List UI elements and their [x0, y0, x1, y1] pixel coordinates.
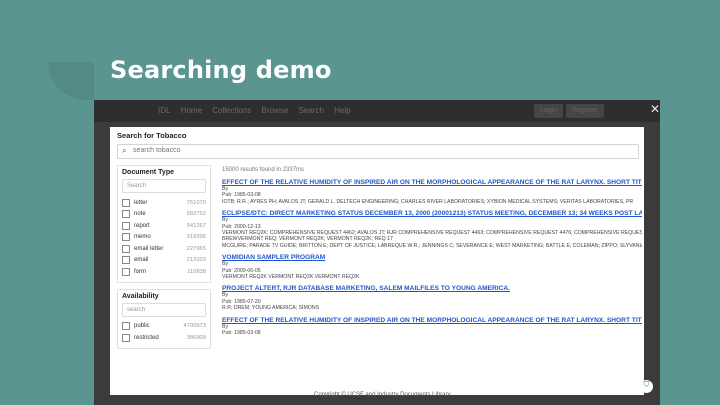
checkbox[interactable] — [122, 210, 130, 219]
facet-label: email — [134, 257, 149, 264]
facet-option[interactable]: restricted 386909 — [122, 332, 206, 344]
facet-sidebar: Document Type Search letter 751070 note 58… — [117, 165, 211, 355]
result-meta: IOTB; R.R.; AYRES PH; AVALOS JT; GERALD … — [222, 198, 634, 205]
facet-search-input[interactable]: Search — [122, 179, 206, 193]
slide-title: Searching demo — [110, 56, 332, 84]
facet-availability: Availability search public 4700973 restri… — [117, 288, 211, 349]
checkbox[interactable] — [122, 221, 130, 230]
shield-icon: ⛉ — [643, 380, 650, 389]
search-input[interactable]: ⌕ search tobacco — [117, 144, 639, 159]
facet-label: public — [134, 323, 150, 330]
nav-browse[interactable]: Browse — [262, 106, 289, 115]
facet-count: 541267 — [186, 222, 206, 229]
result-meta: R.R; DREM; YOUNG AMERICA; SIMONS — [222, 305, 320, 312]
nav-links: IDL Home Collections Browse Search Help — [158, 106, 359, 115]
result-title-link[interactable]: EFFECT OF THE RELATIVE HUMIDITY OF INSPI… — [222, 317, 642, 324]
facet-label: report — [134, 222, 150, 229]
facet-label: form — [134, 268, 146, 275]
result-title-link[interactable]: EFFECT OF THE RELATIVE HUMIDITY OF INSPI… — [222, 179, 642, 186]
result-item: ECLIPSE/DTC: DIRECT MARKETING STATUS DEC… — [222, 210, 642, 249]
checkbox[interactable] — [122, 267, 130, 276]
footer-copyright: Copyright © UCSF and Industry Documents … — [314, 392, 451, 398]
nav-help[interactable]: Help — [334, 106, 350, 115]
facet-option[interactable]: email letter 227965 — [122, 243, 206, 255]
result-meta: VERMONT REQ2K VERMONT REQ2K VERMONT REQ2… — [222, 274, 360, 281]
security-badge[interactable]: ⛉ — [640, 380, 653, 393]
nav-search[interactable]: Search — [299, 106, 324, 115]
results-count: 15000 results found in 2337ms — [222, 167, 305, 173]
facet-count: 4700973 — [183, 323, 206, 330]
result-item: PROJECT ALTERT, RJR DATABASE MARKETING, … — [222, 285, 642, 311]
checkbox[interactable] — [122, 333, 130, 342]
checkbox[interactable] — [122, 198, 130, 207]
facet-label: memo — [134, 234, 151, 241]
facet-option[interactable]: form 110838 — [122, 266, 206, 278]
top-navbar: IDL Home Collections Browse Search Help … — [94, 100, 660, 122]
facet-label: restricted — [134, 334, 159, 341]
facet-search-input[interactable]: search — [122, 302, 206, 317]
result-meta: MCGUIRE; PARADE TV GUIDE; BRITTON E; DEP… — [222, 242, 642, 249]
facet-label: note — [134, 211, 146, 218]
decorative-shape — [48, 62, 94, 100]
facet-label: email letter — [134, 245, 164, 252]
result-item: EFFECT OF THE RELATIVE HUMIDITY OF INSPI… — [222, 179, 642, 205]
register-button[interactable]: Register — [566, 104, 605, 118]
result-item: EFFECT OF THE RELATIVE HUMIDITY OF INSPI… — [222, 317, 642, 337]
result-meta: Pub: 1985-03-08 — [222, 330, 261, 337]
search-modal: Search for Tobacco ⌕ search tobacco Docu… — [110, 127, 644, 395]
facet-count: 386909 — [186, 334, 206, 341]
app-screenshot: IDL Home Collections Browse Search Help … — [94, 100, 660, 405]
checkbox[interactable] — [122, 322, 130, 331]
checkbox[interactable] — [122, 233, 130, 242]
facet-option[interactable]: public 4700973 — [122, 321, 206, 333]
result-title-link[interactable]: VOMIDIAN SAMPLER PROGRAM — [222, 254, 642, 261]
facet-count: 751070 — [186, 199, 206, 206]
checkbox[interactable] — [122, 256, 130, 265]
modal-title: Search for Tobacco — [117, 131, 187, 140]
facet-option[interactable]: email 213103 — [122, 255, 206, 267]
facet-option[interactable]: note 583752 — [122, 209, 206, 221]
facet-document-type: Document Type Search letter 751070 note 58… — [117, 165, 211, 283]
facet-count: 583752 — [186, 211, 206, 218]
facet-count: 318395 — [186, 234, 206, 241]
login-button[interactable]: Login — [534, 104, 564, 118]
facet-option[interactable]: report 541267 — [122, 220, 206, 232]
result-title-link[interactable]: PROJECT ALTERT, RJR DATABASE MARKETING, … — [222, 285, 642, 292]
facet-option[interactable]: letter 751070 — [122, 197, 206, 209]
facet-count: 213103 — [186, 257, 206, 264]
search-input-text: search tobacco — [133, 147, 181, 154]
facet-count: 110838 — [187, 268, 206, 275]
result-title-link[interactable]: ECLIPSE/DTC: DIRECT MARKETING STATUS DEC… — [222, 210, 642, 217]
close-icon[interactable]: ✕ — [650, 102, 660, 116]
result-item: VOMIDIAN SAMPLER PROGRAM By Pub: 2000-06… — [222, 254, 642, 280]
results-list: 15000 results found in 2337ms EFFECT OF … — [222, 163, 642, 395]
facet-title: Availability — [122, 292, 159, 300]
nav-logo[interactable]: IDL — [158, 106, 170, 115]
nav-collections[interactable]: Collections — [212, 106, 251, 115]
checkbox[interactable] — [122, 244, 130, 253]
facet-count: 227965 — [186, 245, 206, 252]
facet-label: letter — [134, 199, 148, 206]
search-icon: ⌕ — [122, 146, 127, 155]
nav-home[interactable]: Home — [181, 106, 202, 115]
facet-title: Document Type — [122, 169, 174, 176]
facet-option[interactable]: memo 318395 — [122, 232, 206, 244]
